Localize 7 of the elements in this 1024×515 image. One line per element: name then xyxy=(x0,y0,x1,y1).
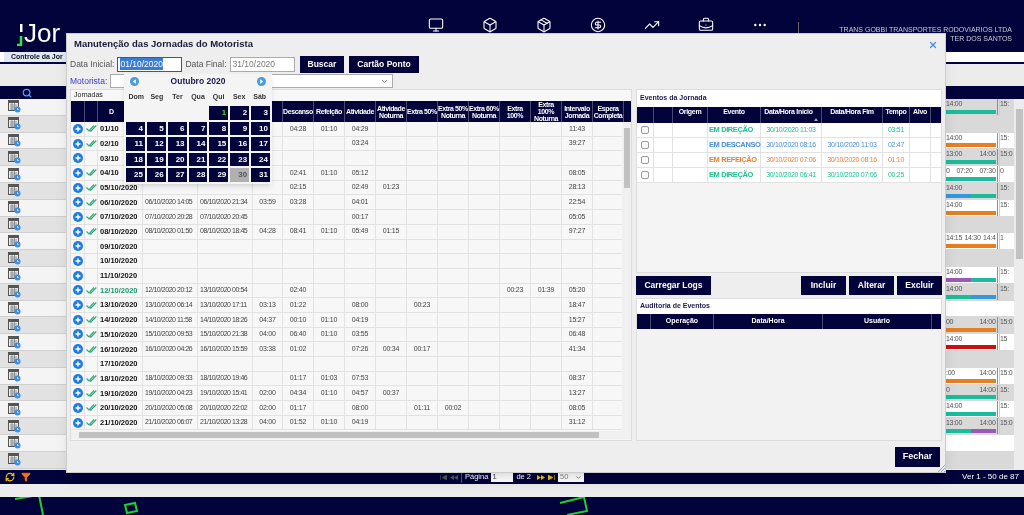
dialog-title: Manutenção das Jornadas do Motorista xyxy=(74,37,253,52)
field-label: Motorista: xyxy=(70,74,108,88)
record-count: Ver 1 - 50 de 87 xyxy=(962,471,1019,483)
field-label: Data Inicial: xyxy=(70,57,115,71)
field-label: Data Final: xyxy=(185,57,227,71)
logo-text: Jor xyxy=(24,20,61,46)
month-title: Outubro 2020 xyxy=(170,75,226,88)
